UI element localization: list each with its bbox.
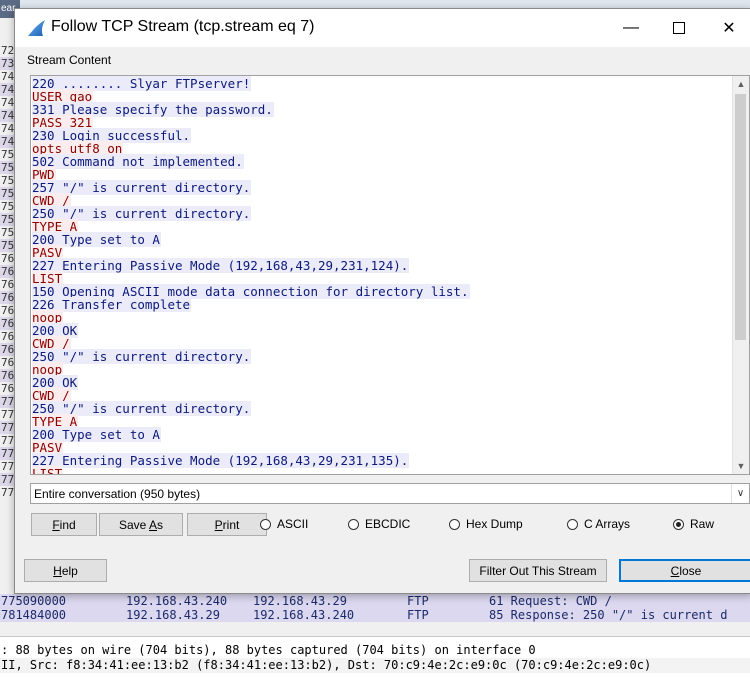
client-line[interactable]: noop	[32, 362, 470, 377]
radio-label: EBCDIC	[365, 517, 411, 531]
server-line[interactable]: 227 Entering Passive Mode (192,168,43,29…	[32, 453, 470, 468]
packet-row[interactable]: 781484000 192.168.43.29 192.168.43.240 FTP 8…	[0, 608, 750, 622]
packet-row[interactable]: 775090000 192.168.43.240 192.168.43.29 FTP 6…	[0, 594, 750, 608]
radio-ascii[interactable]: ASCII	[260, 517, 308, 531]
detail-ethernet-line[interactable]: II, Src: f8:34:41:ee:13:b2 (f8:34:41:ee:…	[0, 658, 750, 673]
find-button[interactable]: Find	[31, 513, 97, 536]
dialog-titlebar[interactable]: Follow TCP Stream (tcp.stream eq 7) — ✕	[15, 9, 750, 47]
save-as-button[interactable]: Save As	[99, 513, 183, 536]
packet-details-pane: : 88 bytes on wire (704 bits), 88 bytes …	[0, 636, 750, 678]
server-line[interactable]: 200 Type set to A	[32, 232, 470, 247]
server-line[interactable]: 250 "/" is current directory.	[32, 401, 470, 416]
packet-dst-cell: 192.168.43.29	[253, 594, 347, 608]
radio-c-arrays[interactable]: C Arrays	[567, 517, 630, 531]
save-as-button-label: Save As	[118, 517, 164, 532]
server-line[interactable]: 331 Please specify the password.	[32, 102, 470, 117]
radio-label: Raw	[690, 517, 715, 531]
main-toolbar-strip	[0, 0, 750, 8]
server-line[interactable]: 200 Type set to A	[32, 427, 470, 442]
server-line[interactable]: 257 "/" is current directory.	[32, 180, 470, 195]
stream-text[interactable]: 220 ........ Slyar FTPserver! USER gao 331…	[32, 76, 470, 474]
radio-label: Hex Dump	[466, 517, 523, 531]
radio-dot[interactable]	[449, 518, 460, 530]
chevron-down-icon[interactable]: ∨	[731, 484, 749, 503]
conversation-select-value: Entire conversation (950 bytes)	[34, 487, 201, 501]
close-button-label: Close	[670, 563, 702, 578]
follow-tcp-stream-dialog: Follow TCP Stream (tcp.stream eq 7) — ✕ …	[14, 8, 750, 594]
packet-src-cell: 192.168.43.29	[126, 608, 220, 622]
packet-proto-cell: FTP	[407, 594, 429, 608]
close-icon: ✕	[722, 20, 736, 37]
minimize-button[interactable]: —	[607, 9, 655, 47]
print-button[interactable]: Print	[187, 513, 267, 536]
packet-info-cell: 85 Response: 250 "/" is current d	[489, 608, 728, 622]
help-button-label: Help	[53, 563, 78, 578]
scroll-down-arrow-icon[interactable]: ▼	[733, 458, 749, 474]
packet-no-cell: 781484000	[1, 608, 67, 622]
stream-line-text: 227 Entering Passive Mode (192,168,43,29…	[32, 453, 410, 468]
close-button[interactable]: Close	[619, 559, 750, 582]
packet-info-cell: 61 Request: CWD /	[489, 594, 612, 608]
stream-line-text: 227 Entering Passive Mode (192,168,43,29…	[32, 258, 410, 273]
help-button[interactable]: Help	[24, 559, 107, 582]
close-window-button[interactable]: ✕	[705, 9, 750, 47]
find-button-label: Find	[52, 517, 76, 532]
minimize-icon: —	[623, 19, 639, 36]
server-line[interactable]: 200 OK	[32, 375, 470, 390]
stream-vertical-scrollbar[interactable]: ▲ ▼	[732, 76, 749, 474]
filter-out-stream-button[interactable]: Filter Out This Stream	[469, 559, 607, 582]
packet-proto-cell: FTP	[407, 608, 429, 622]
server-line[interactable]: 220 ........ Slyar FTPserver!	[32, 76, 470, 91]
maximize-button[interactable]	[655, 9, 703, 47]
radio-dot[interactable]	[348, 518, 359, 530]
maximize-icon	[673, 22, 685, 34]
radio-dot[interactable]	[567, 518, 578, 530]
scroll-up-arrow-icon[interactable]: ▲	[733, 76, 749, 92]
server-line[interactable]: 502 Command not implemented.	[32, 154, 470, 169]
wireshark-fin-icon	[28, 20, 45, 36]
client-line[interactable]: noop	[32, 310, 470, 325]
radio-dot[interactable]	[260, 518, 271, 530]
radio-ebcdic[interactable]: EBCDIC	[348, 517, 410, 531]
filter-out-button-label: Filter Out This Stream	[479, 563, 597, 578]
client-line[interactable]: LIST	[32, 466, 470, 474]
packet-src-cell: 192.168.43.240	[126, 594, 228, 608]
stream-line-text: 502 Command not implemented.	[32, 154, 244, 169]
server-line[interactable]: 227 Entering Passive Mode (192,168,43,29…	[32, 258, 470, 273]
stream-content-label: Stream Content	[27, 53, 112, 67]
packet-list-rows: 775090000 192.168.43.240 192.168.43.29 FTP 6…	[0, 594, 750, 622]
radio-hex-dump[interactable]: Hex Dump	[449, 517, 523, 531]
server-line[interactable]: 250 "/" is current directory.	[32, 206, 470, 221]
stream-line-text: 250 "/" is current directory.	[32, 349, 252, 364]
radio-label: ASCII	[277, 517, 309, 531]
print-button-label: Print	[214, 517, 240, 532]
radio-dot[interactable]	[673, 518, 684, 530]
detail-frame-line[interactable]: : 88 bytes on wire (704 bits), 88 bytes …	[0, 643, 750, 658]
radio-raw[interactable]: Raw	[673, 517, 714, 531]
packet-dst-cell: 192.168.43.240	[253, 608, 355, 622]
server-line[interactable]: 250 "/" is current directory.	[32, 349, 470, 364]
stream-line-text: LIST	[32, 466, 64, 474]
conversation-select[interactable]: Entire conversation (950 bytes) ∨	[30, 483, 750, 504]
packet-no-cell: 775090000	[1, 594, 67, 608]
server-line[interactable]: 200 OK	[32, 323, 470, 338]
stream-content-view[interactable]: 220 ........ Slyar FTPserver! USER gao 331…	[30, 75, 750, 475]
radio-label: C Arrays	[584, 517, 631, 531]
server-line[interactable]: 226 Transfer complete	[32, 297, 470, 312]
scrollbar-thumb[interactable]	[735, 94, 746, 340]
dialog-title: Follow TCP Stream (tcp.stream eq 7)	[51, 18, 315, 35]
